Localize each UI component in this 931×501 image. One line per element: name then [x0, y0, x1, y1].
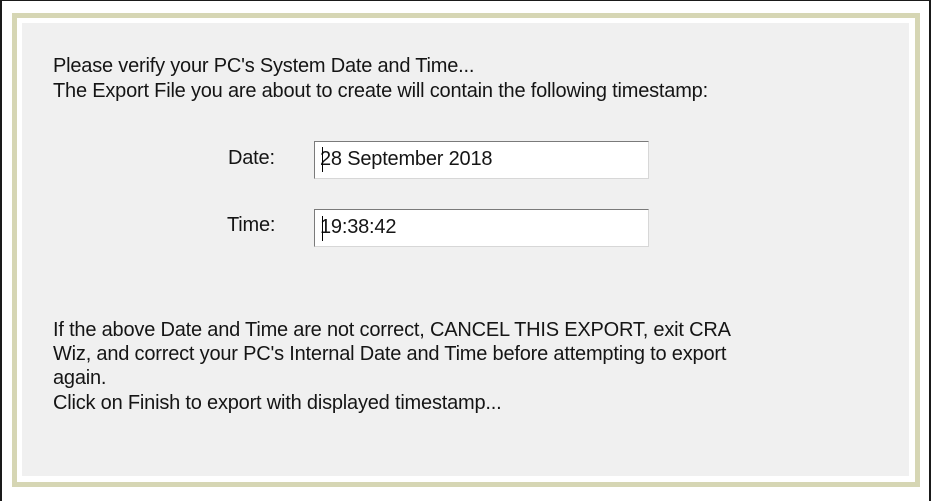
date-text-cursor	[322, 147, 323, 172]
warning-text-line-3: again.	[53, 367, 107, 389]
warning-text-line-2: Wiz, and correct your PC's Internal Date…	[53, 343, 727, 365]
time-label: Time:	[227, 214, 276, 236]
time-text-cursor	[322, 216, 323, 241]
finish-instruction-text: Click on Finish to export with displayed…	[53, 392, 502, 414]
time-field[interactable]: 19:38:42	[314, 209, 649, 247]
date-field[interactable]: 28 September 2018	[314, 141, 649, 179]
date-label: Date:	[228, 147, 275, 169]
intro-text-line-2: The Export File you are about to create …	[53, 80, 708, 102]
intro-text-line-1: Please verify your PC's System Date and …	[53, 55, 475, 77]
warning-text-line-1: If the above Date and Time are not corre…	[53, 319, 731, 341]
